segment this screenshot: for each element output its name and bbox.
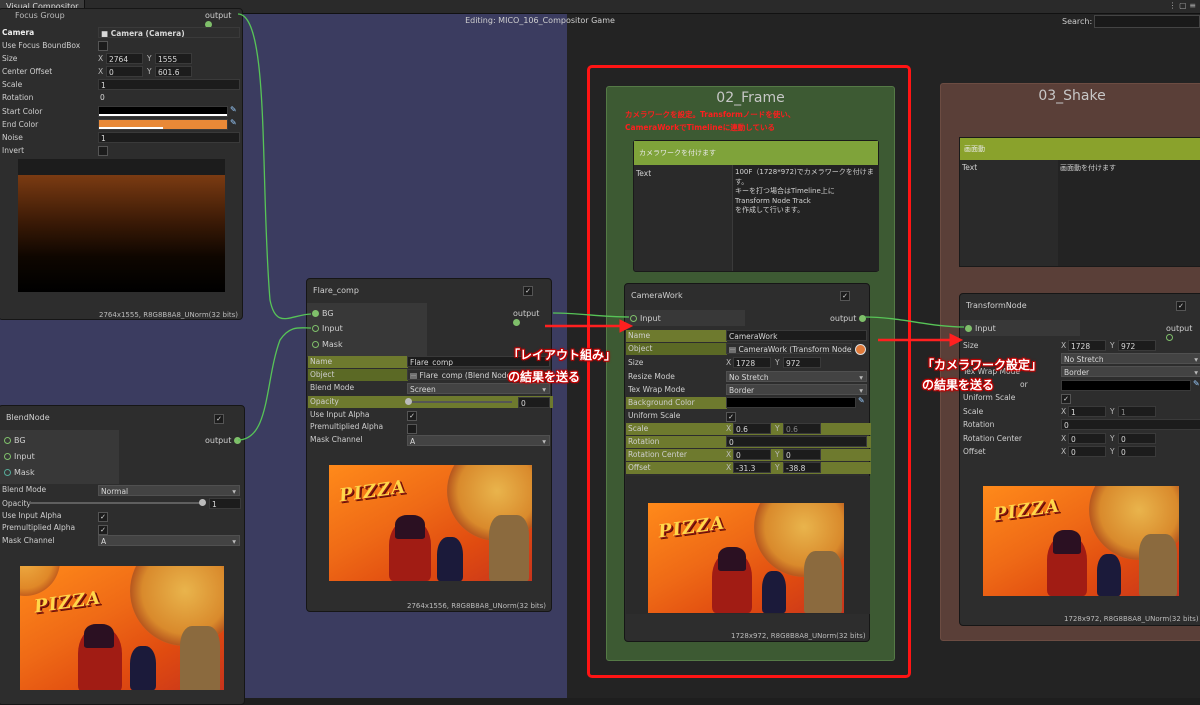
wire-flare-to-camerawork (552, 312, 630, 318)
wire-camerawork-to-transform (864, 316, 965, 328)
layout-callout-line1: 「レイアウト組み」 (508, 348, 617, 362)
arrow-left (545, 319, 634, 333)
wire-focus-to-flare (237, 13, 312, 320)
layout-callout-line2: の結果を送る (508, 370, 581, 384)
camera-callout-line1: 「カメラワーク設定」 (922, 358, 1043, 372)
wire-blend-to-flare (237, 327, 312, 441)
arrow-right (878, 333, 964, 347)
camera-callout-line2: の結果を送る (922, 378, 995, 392)
